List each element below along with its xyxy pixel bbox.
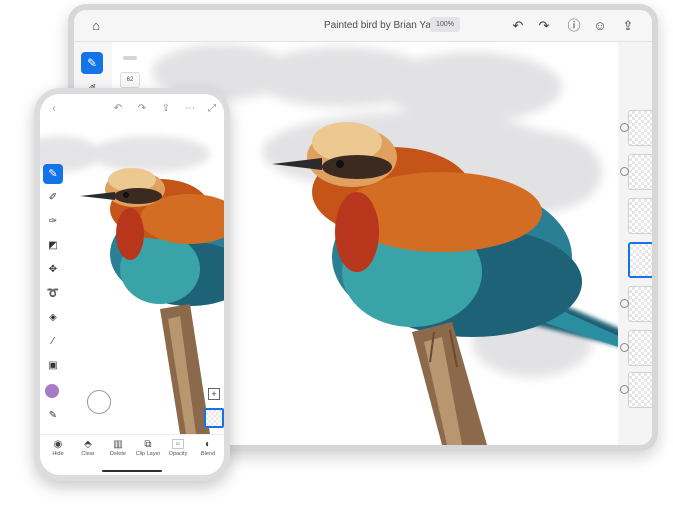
action-label: Hide	[52, 451, 64, 457]
paint-brush-tool-icon[interactable]: ✎	[43, 164, 63, 184]
hide-action[interactable]: ◉ Hide	[43, 439, 73, 458]
help-icon[interactable]: ⓘ	[566, 18, 582, 34]
phone-top-bar: ‹ ↶ ↷ ⇪ ⋯ ⤢	[40, 94, 224, 124]
layer-actions-bar: ◉ Hide ⬘ Clear ▥ Delete ⧉ Clip Layer 62	[40, 434, 224, 475]
undo-icon[interactable]: ↶	[510, 18, 526, 34]
export-icon[interactable]: ⇪	[160, 103, 172, 115]
back-icon[interactable]: ‹	[48, 103, 60, 115]
layer-visibility-icon[interactable]	[620, 299, 629, 308]
phone-screen: ‹ ↶ ↷ ⇪ ⋯ ⤢ ✎ ✐ ✑ ◩ ✥ ➰ ◈ ⁄ ▣ ✎ + ◉ Hide…	[40, 94, 224, 475]
share-icon[interactable]: ☺	[592, 18, 608, 34]
more-icon[interactable]: ⋯	[184, 103, 196, 115]
layer-visibility-icon[interactable]	[620, 167, 629, 176]
clip-layer-action[interactable]: ⧉ Clip Layer	[133, 439, 163, 458]
layer-thumbnail[interactable]	[628, 154, 652, 190]
opacity-icon: 62	[163, 439, 193, 451]
document-title: Painted bird by Brian Yap	[324, 20, 437, 31]
move-tool-icon[interactable]: ✥	[45, 262, 61, 278]
pixel-brush-tool-icon[interactable]: ✐	[45, 190, 61, 206]
branch	[160, 304, 210, 434]
clip-layer-icon: ⧉	[144, 439, 152, 450]
eyedropper-tool-icon[interactable]: ⁄	[45, 334, 61, 350]
layer-visibility-icon[interactable]	[620, 385, 629, 394]
phone-tool-bar: ✎ ✐ ✑ ◩ ✥ ➰ ◈ ⁄ ▣ ✎	[40, 164, 66, 434]
expand-icon[interactable]: ⤢	[206, 103, 218, 115]
action-label: Clip Layer	[135, 451, 161, 457]
zoom-level[interactable]: 100%	[430, 17, 460, 32]
redo-icon[interactable]: ↷	[536, 18, 552, 34]
lasso-tool-icon[interactable]: ➰	[45, 286, 61, 302]
brush-size-value: 62	[120, 72, 140, 88]
phone-canvas[interactable]	[40, 124, 224, 434]
layer-thumbnail-selected[interactable]	[628, 242, 652, 278]
opacity-value: 62	[172, 439, 184, 449]
eraser-tool-icon[interactable]: ◩	[45, 238, 61, 254]
undo-icon[interactable]: ↶	[112, 103, 124, 115]
action-label: Clear	[81, 451, 95, 457]
mixer-brush-tool-icon[interactable]: ✑	[45, 214, 61, 230]
layer-thumbnail[interactable]	[628, 330, 652, 366]
color-swatch[interactable]	[45, 384, 59, 398]
layer-thumbnail[interactable]	[628, 110, 652, 146]
product-showcase: ⌂ Painted bird by Brian Yap 100% ↶ ↷ ⓘ ☺…	[0, 0, 673, 505]
layer-visibility-icon[interactable]	[620, 343, 629, 352]
layer-thumbnail[interactable]	[628, 286, 652, 322]
blend-icon: ◐	[204, 439, 212, 450]
layer-visibility-icon[interactable]	[620, 123, 629, 132]
add-layer-icon[interactable]: +	[208, 388, 220, 400]
fill-tool-icon[interactable]: ◈	[45, 310, 61, 326]
action-label: Blend	[200, 451, 216, 457]
layer-thumbnail[interactable]	[628, 372, 652, 408]
bird-head	[80, 168, 165, 207]
clear-icon: ⬘	[84, 439, 92, 450]
brush-size-indicator[interactable]	[87, 390, 111, 414]
bird-painting-phone	[40, 136, 224, 434]
trash-icon: ▥	[113, 439, 123, 450]
image-tool-icon[interactable]: ▣	[45, 358, 61, 374]
tablet-top-bar: ⌂ Painted bird by Brian Yap 100% ↶ ↷ ⓘ ☺…	[74, 10, 652, 42]
action-label: Opacity	[168, 451, 188, 457]
blend-action[interactable]: ◐ Blend	[193, 439, 223, 458]
home-icon[interactable]: ⌂	[88, 18, 104, 34]
clear-action[interactable]: ⬘ Clear	[73, 439, 103, 458]
layers-panel	[620, 110, 652, 410]
paint-brush-tool-icon[interactable]: ✎	[81, 52, 103, 74]
export-icon[interactable]: ⇪	[620, 18, 636, 34]
home-indicator	[102, 470, 162, 472]
phone-device: ‹ ↶ ↷ ⇪ ⋯ ⤢ ✎ ✐ ✑ ◩ ✥ ➰ ◈ ⁄ ▣ ✎ + ◉ Hide…	[34, 88, 230, 481]
brush-settings-icon[interactable]: ✎	[45, 408, 61, 424]
layer-thumbnail-selected[interactable]	[204, 408, 224, 428]
redo-icon[interactable]: ↷	[136, 103, 148, 115]
eye-icon: ◉	[53, 439, 63, 450]
delete-action[interactable]: ▥ Delete	[103, 439, 133, 458]
layer-thumbnail[interactable]	[628, 198, 652, 234]
brush-size-track	[123, 56, 137, 60]
action-label: Delete	[110, 451, 126, 457]
opacity-action[interactable]: 62 Opacity	[163, 439, 193, 458]
